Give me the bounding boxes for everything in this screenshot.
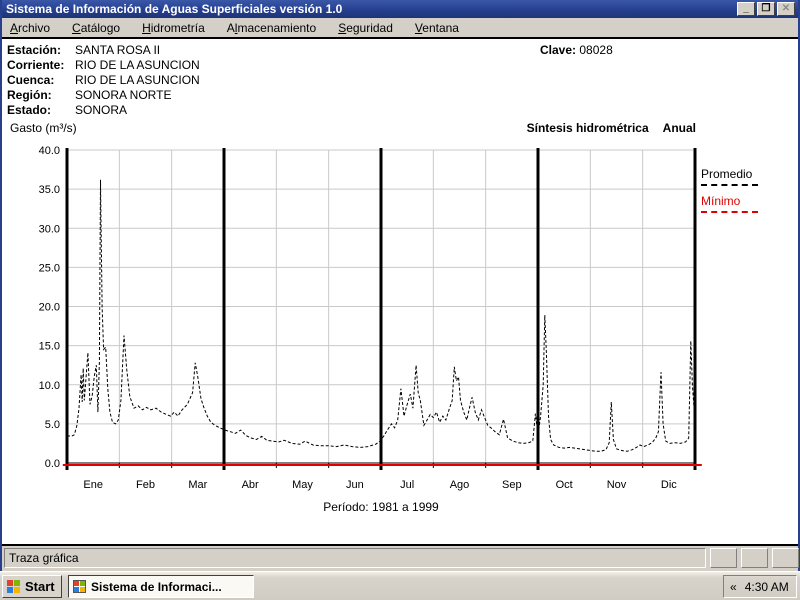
svg-text:20.0: 20.0 xyxy=(39,302,60,314)
y-axis-title: Gasto (m³/s) xyxy=(10,121,77,135)
station-row: Corriente: RIO DE LA ASUNCION xyxy=(7,58,200,73)
station-row: Cuenca: RIO DE LA ASUNCION xyxy=(7,73,200,88)
taskbar-task-button[interactable]: Sistema de Informaci... xyxy=(68,575,254,598)
station-value: RIO DE LA ASUNCION xyxy=(75,73,200,87)
svg-text:Dic: Dic xyxy=(661,479,677,491)
station-info: Estación: SANTA ROSA II Corriente: RIO D… xyxy=(7,43,200,118)
station-row: Estado: SONORA xyxy=(7,103,200,118)
menu-item-archivo[interactable]: Archivo xyxy=(10,21,50,35)
minimize-button-icon[interactable]: _ xyxy=(737,2,755,16)
menu-item-seguridad[interactable]: Seguridad xyxy=(338,21,393,35)
content-area: 0.0 5.0 10.0 15.0 20.0 25.0 30.0 35.0 40.0 Ene Feb… xyxy=(2,37,798,546)
svg-text:Abr: Abr xyxy=(242,479,259,491)
station-value: SONORA xyxy=(75,103,128,117)
chart-mode: Anual xyxy=(662,121,696,135)
windows-logo-icon xyxy=(7,579,21,594)
menu-item-hidrometría[interactable]: Hidrometría xyxy=(142,21,205,35)
svg-text:5.0: 5.0 xyxy=(45,419,60,431)
svg-text:Feb: Feb xyxy=(136,479,155,491)
svg-text:25.0: 25.0 xyxy=(39,262,60,274)
svg-text:10.0: 10.0 xyxy=(39,380,60,392)
svg-text:Ene: Ene xyxy=(83,479,103,491)
svg-text:Jul: Jul xyxy=(400,479,414,491)
svg-text:Jun: Jun xyxy=(346,479,364,491)
status-bar: Traza gráfica xyxy=(0,546,800,571)
status-message: Traza gráfica xyxy=(4,548,706,568)
svg-text:Oct: Oct xyxy=(556,479,573,491)
legend-promedio-label: Promedio xyxy=(701,167,753,181)
station-label: Cuenca: xyxy=(7,73,55,87)
tray-collapse-icon[interactable]: « xyxy=(730,581,737,593)
chart-title-text: Síntesis hidrométrica xyxy=(526,121,649,135)
period-label: Período: 1981 a 1999 xyxy=(323,500,439,514)
status-panel-2 xyxy=(741,548,768,568)
svg-text:35.0: 35.0 xyxy=(39,184,60,196)
station-label: Estación: xyxy=(7,43,62,57)
desktop: Sistema de Información de Aguas Superfic… xyxy=(0,0,800,600)
station-value: SONORA NORTE xyxy=(75,88,172,102)
start-button-label: Start xyxy=(25,579,55,594)
station-label: Corriente: xyxy=(7,58,65,72)
svg-text:Nov: Nov xyxy=(607,479,627,491)
menu-item-almacenamiento[interactable]: Almacenamiento xyxy=(227,21,316,35)
station-label: Estado: xyxy=(7,103,52,117)
clock: 4:30 AM xyxy=(744,579,789,594)
svg-text:May: May xyxy=(292,479,313,491)
window-title: Sistema de Información de Aguas Superfic… xyxy=(6,2,343,16)
window-controls: _ ❐ ✕ xyxy=(737,2,795,16)
station-key-value: 08028 xyxy=(579,43,613,57)
svg-text:Mar: Mar xyxy=(188,479,207,491)
menu-item-ventana[interactable]: Ventana xyxy=(415,21,459,35)
station-row: Estación: SANTA ROSA II xyxy=(7,43,200,58)
station-value: SANTA ROSA II xyxy=(75,43,161,57)
status-panel-3 xyxy=(772,548,799,568)
svg-text:30.0: 30.0 xyxy=(39,223,60,235)
restore-button-icon[interactable]: ❐ xyxy=(757,2,775,16)
svg-text:Sep: Sep xyxy=(502,479,522,491)
start-button[interactable]: Start xyxy=(2,575,62,598)
task-button-label: Sistema de Informaci... xyxy=(91,579,222,594)
close-button-icon[interactable]: ✕ xyxy=(777,2,795,16)
station-label: Región: xyxy=(7,88,52,102)
legend-minimo-label: Mínimo xyxy=(701,194,741,208)
svg-text:Ago: Ago xyxy=(450,479,470,491)
legend-minimo-line xyxy=(701,211,758,213)
app-window: Sistema de Información de Aguas Superfic… xyxy=(0,0,800,572)
svg-text:0.0: 0.0 xyxy=(45,458,60,470)
station-value: RIO DE LA ASUNCION xyxy=(75,58,200,72)
menu-bar: Archivo Catálogo Hidrometría Almacenamiento… xyxy=(2,18,798,37)
svg-text:15.0: 15.0 xyxy=(39,341,60,353)
chart-legend: Promedio Mínimo xyxy=(701,167,758,213)
station-key: Clave: 08028 xyxy=(540,43,613,58)
taskbar: Start Sistema de Informaci... « 4:30 AM xyxy=(0,571,800,600)
chart-title: Síntesis hidrométrica Anual xyxy=(527,121,696,135)
svg-text:40.0: 40.0 xyxy=(39,145,60,157)
status-panel-1 xyxy=(710,548,737,568)
station-key-label: Clave: xyxy=(540,43,577,57)
system-tray: « 4:30 AM xyxy=(723,575,797,598)
station-row: Región: SONORA NORTE xyxy=(7,88,200,103)
title-bar[interactable]: Sistema de Información de Aguas Superfic… xyxy=(2,0,798,18)
app-icon xyxy=(73,580,86,593)
menu-item-catálogo[interactable]: Catálogo xyxy=(72,21,120,35)
legend-promedio-line xyxy=(701,184,758,186)
